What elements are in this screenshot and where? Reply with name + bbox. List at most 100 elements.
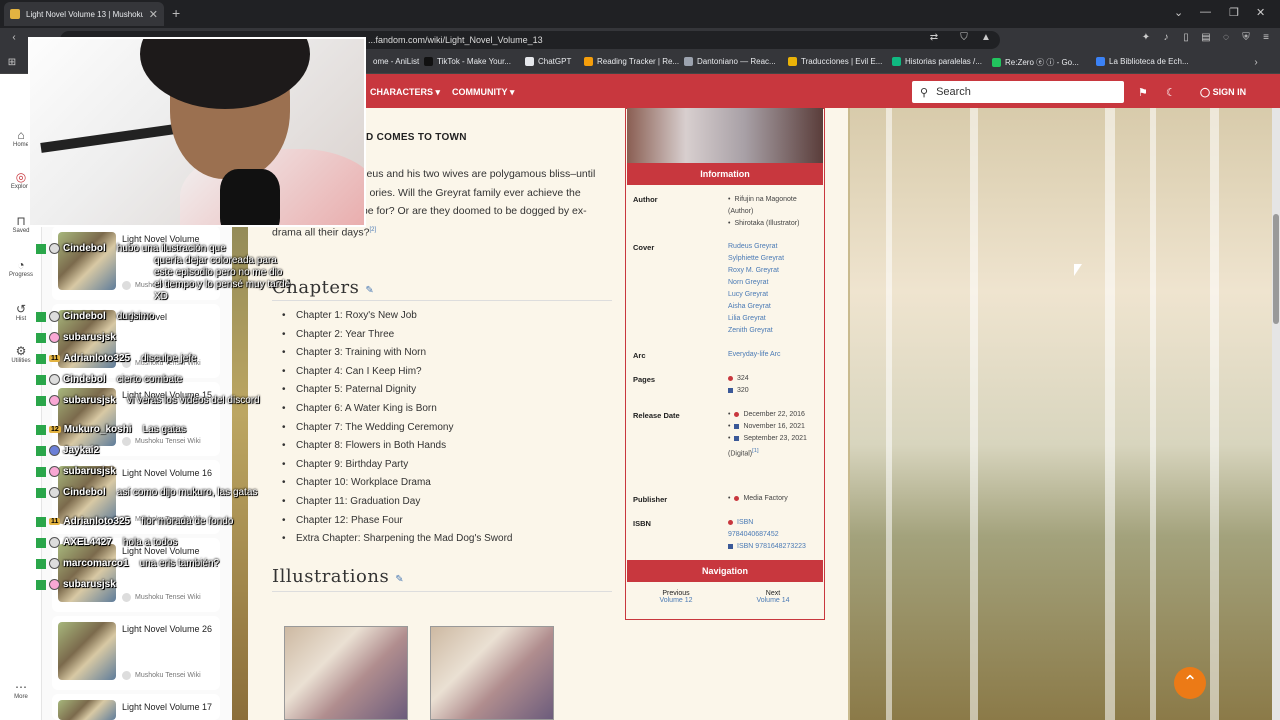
citation-link[interactable]: [2]: [369, 227, 376, 233]
apps-icon[interactable]: ⊞: [6, 57, 18, 69]
character-link[interactable]: Sylphiette Greyrat: [728, 253, 820, 265]
us-flag-icon: [734, 423, 740, 429]
bookmark-reading-tracker[interactable]: Reading Tracker | Re...: [584, 57, 679, 66]
explore-card[interactable]: Light Novel Volume 26 Mushoku Tensei Wiki: [52, 616, 220, 690]
search-icon: ⚲: [920, 86, 929, 99]
maximize-icon[interactable]: ❐: [1229, 6, 1239, 19]
new-tab-icon[interactable]: +: [172, 5, 180, 21]
check-icon: [36, 558, 46, 569]
character-link[interactable]: Zenith Greyrat: [728, 325, 820, 337]
scroll-to-top-button[interactable]: ⌃: [1174, 667, 1206, 699]
check-icon: [36, 332, 46, 343]
discussions-icon[interactable]: ⚑: [1138, 86, 1148, 99]
scrollbar-thumb[interactable]: [1273, 214, 1279, 324]
list-item: Chapter 7: The Wedding Ceremony: [282, 419, 602, 438]
wallet-icon[interactable]: ▤: [1200, 32, 1212, 44]
list-item: Chapter 2: Year Three: [282, 326, 602, 345]
bookmark-tiktok[interactable]: TikTok - Make Your...: [424, 57, 511, 66]
next-volume-link[interactable]: Next Volume 14: [733, 590, 813, 604]
webcam-overlay: [28, 37, 366, 227]
character-link[interactable]: Lucy Greyrat: [728, 289, 820, 301]
music-icon[interactable]: ♪: [1160, 32, 1172, 44]
previous-volume-link[interactable]: Previous Volume 12: [636, 590, 716, 604]
rewards-icon[interactable]: ▲: [980, 32, 992, 44]
citation-link[interactable]: [1]: [752, 448, 758, 454]
close-tab-icon[interactable]: ✕: [149, 8, 158, 21]
chat-message: subarusjsk vi verás los videos del discor…: [36, 395, 260, 406]
pages-value: 324 320: [728, 373, 820, 397]
section-heading: D COMES TO TOWN: [366, 132, 467, 143]
user-icon: ◯: [1200, 87, 1211, 97]
back-icon[interactable]: ‹: [8, 32, 20, 44]
cover-label: Cover: [633, 243, 655, 252]
us-flag-icon: [728, 543, 733, 549]
chat-message: quería dejar coloreada para: [154, 255, 277, 266]
sign-in-button[interactable]: ◯ SIGN IN: [1200, 87, 1246, 98]
list-item: Chapter 3: Training with Norn: [282, 344, 602, 363]
edit-icon[interactable]: ✎: [395, 574, 404, 585]
minimize-icon[interactable]: —: [1200, 6, 1211, 18]
isbn-value: ISBN 9784040687452 ISBN 9781648273223: [728, 517, 820, 553]
bookmark-anilist[interactable]: ome - AniList: [360, 57, 419, 66]
stream-chat-overlay: Cindebol hubo una ilustración que quería …: [36, 230, 326, 600]
character-link[interactable]: Lilia Greyrat: [728, 313, 820, 325]
chat-message: el tiempo y lo pensé muy tarde: [154, 279, 291, 290]
explore-card[interactable]: Light Novel Volume 17: [52, 694, 220, 720]
active-tab[interactable]: Light Novel Volume 13 | Mushoku ✕: [4, 2, 164, 26]
utilities-icon: ⚙: [15, 344, 27, 358]
isbn-link[interactable]: 9784040687452: [728, 529, 820, 541]
check-icon: [36, 243, 46, 254]
character-link[interactable]: Aisha Greyrat: [728, 301, 820, 313]
bookmark-historias[interactable]: Historias paralelas /...: [892, 57, 982, 66]
more-icon: ⋯: [15, 680, 27, 694]
rail-more[interactable]: ⋯ More: [6, 680, 36, 700]
translate-icon[interactable]: ⇄: [928, 32, 940, 44]
bookmark-dantoniano[interactable]: Dantoniano — Reac...: [684, 57, 776, 66]
nav-characters[interactable]: CHARACTERS ▾: [370, 87, 440, 98]
menu-icon[interactable]: ≡: [1260, 32, 1272, 44]
cover-image[interactable]: [627, 108, 823, 163]
bookmark-chatgpt[interactable]: ChatGPT: [525, 57, 571, 66]
theme-toggle-icon[interactable]: ☾: [1166, 86, 1176, 99]
mouse-cursor-icon: [1074, 264, 1082, 276]
us-flag-icon: [728, 387, 733, 393]
character-link[interactable]: Roxy M. Greyrat: [728, 265, 820, 277]
chapter-list: Chapter 1: Roxy's New Job Chapter 2: Yea…: [282, 307, 602, 549]
chat-message: Cindebol durisimo: [36, 311, 155, 322]
chatgpt-icon: [525, 57, 534, 66]
bookmark-traducciones[interactable]: Traducciones | Evil E...: [788, 57, 882, 66]
tab-search-icon[interactable]: ⌄: [1174, 6, 1183, 19]
illustration-thumbnail[interactable]: [284, 626, 408, 720]
check-icon: [36, 374, 46, 385]
illustration-thumbnail[interactable]: [430, 626, 554, 720]
bookmark-rezero[interactable]: Re:Zero ⓔ ⓘ - Go...: [992, 57, 1079, 68]
chat-message: subarusjsk: [36, 332, 116, 343]
sidebar-icon[interactable]: ▯: [1180, 32, 1192, 44]
chat-message: 11 Adrianloto325 flor morada de fondo: [36, 516, 233, 527]
character-link[interactable]: Norn Greyrat: [728, 277, 820, 289]
chat-message: Cindebol así como dijo mukuro, las gatas: [36, 487, 257, 498]
japan-flag-icon: [728, 519, 733, 525]
extensions-icon[interactable]: ✦: [1140, 32, 1152, 44]
list-item: Chapter 4: Can I Keep Him?: [282, 363, 602, 382]
url-text: ...fandom.com/wiki/Light_Novel_Volume_13: [368, 35, 543, 45]
wiki-search-input[interactable]: ⚲ Search: [912, 81, 1124, 103]
tree-trunk: [1105, 108, 1115, 720]
edit-icon[interactable]: ✎: [365, 285, 374, 296]
shield-icon[interactable]: ⛨: [1240, 32, 1252, 44]
character-link[interactable]: Rudeus Greyrat: [728, 241, 820, 253]
vpn-icon[interactable]: ◌: [1220, 32, 1232, 44]
avatar: [49, 332, 60, 343]
traducciones-icon: [788, 57, 797, 66]
background-art: [850, 108, 1280, 720]
rail-utilities[interactable]: ⚙ Utilities: [6, 344, 36, 364]
rail-history[interactable]: ↺ Hist: [6, 302, 36, 322]
nav-community[interactable]: COMMUNITY ▾: [452, 87, 514, 98]
close-window-icon[interactable]: ✕: [1256, 6, 1265, 19]
rail-progress[interactable]: ◔ Progress: [6, 258, 36, 278]
more-bookmarks-icon[interactable]: ›: [1250, 57, 1262, 69]
brave-shield-icon[interactable]: ⛉: [958, 32, 970, 44]
arc-link[interactable]: Everyday-life Arc: [728, 349, 820, 361]
scrollbar[interactable]: [1272, 108, 1280, 720]
bookmark-biblioteca[interactable]: La Biblioteca de Ech...: [1096, 57, 1189, 66]
